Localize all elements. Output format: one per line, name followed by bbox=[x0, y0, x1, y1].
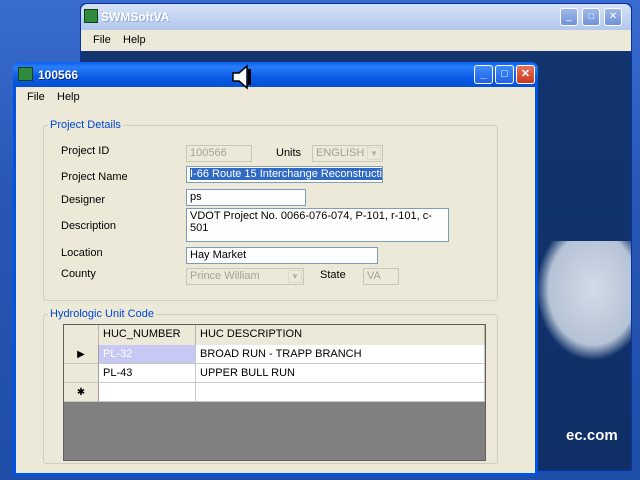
column-header-huc-number[interactable]: HUC_NUMBER bbox=[99, 325, 196, 345]
project-details-label: Project Details bbox=[48, 119, 123, 131]
description-textarea[interactable]: VDOT Project No. 0066-076-074, P-101, r-… bbox=[186, 208, 449, 242]
brand-text: ec.com bbox=[566, 427, 618, 444]
units-label: Units bbox=[276, 147, 302, 159]
dialog-menubar: File Help bbox=[16, 87, 535, 107]
project-name-value: I-66 Route 15 Interchange Reconstruction bbox=[190, 168, 382, 180]
county-value: Prince William bbox=[190, 270, 260, 282]
dialog-title: 100566 bbox=[38, 68, 79, 82]
huc-description-cell[interactable]: UPPER BULL RUN bbox=[196, 364, 485, 383]
grid-corner bbox=[64, 325, 99, 345]
project-dialog: 100566 _ □ ✕ File Help Project Details P… bbox=[13, 62, 538, 476]
menubar: File Help bbox=[81, 30, 631, 51]
window-title: SWMSoftVA bbox=[101, 10, 170, 24]
close-button[interactable]: ✕ bbox=[516, 65, 535, 84]
county-combo[interactable]: Prince William ▼ bbox=[186, 268, 304, 285]
huc-number-cell[interactable] bbox=[99, 383, 196, 402]
chevron-down-icon[interactable]: ▼ bbox=[288, 270, 302, 283]
units-value: ENGLISH bbox=[316, 147, 365, 159]
row-selector[interactable] bbox=[64, 364, 99, 383]
column-header-huc-description[interactable]: HUC DESCRIPTION bbox=[196, 325, 485, 345]
map-graphic bbox=[536, 241, 631, 361]
huc-description-cell[interactable]: BROAD RUN - TRAPP BRANCH bbox=[196, 345, 485, 364]
project-id-field[interactable]: 100566 bbox=[186, 145, 252, 162]
location-label: Location bbox=[61, 247, 103, 259]
location-input[interactable]: Hay Market bbox=[186, 247, 378, 264]
app-icon bbox=[18, 67, 33, 81]
state-label: State bbox=[320, 269, 346, 281]
dialog-titlebar[interactable]: 100566 _ □ ✕ bbox=[13, 62, 538, 87]
huc-description-cell[interactable] bbox=[196, 383, 485, 402]
grid-header: HUC_NUMBER HUC DESCRIPTION bbox=[64, 325, 485, 345]
project-name-input[interactable]: I-66 Route 15 Interchange Reconstruction bbox=[186, 166, 383, 183]
maximize-button[interactable]: □ bbox=[582, 8, 600, 26]
chevron-down-icon[interactable]: ▼ bbox=[367, 147, 381, 160]
huc-number-cell[interactable]: PL-43 bbox=[99, 364, 196, 383]
new-row-selector[interactable]: ✱ bbox=[64, 383, 99, 402]
swmsoftva-titlebar[interactable]: SWMSoftVA _ □ ✕ bbox=[81, 4, 631, 30]
app-icon bbox=[84, 9, 98, 23]
close-button[interactable]: ✕ bbox=[604, 8, 622, 26]
huc-number-cell[interactable]: PL-32 bbox=[99, 345, 196, 364]
speaker-cursor-icon bbox=[232, 64, 251, 90]
county-label: County bbox=[61, 268, 96, 280]
huc-grid[interactable]: HUC_NUMBER HUC DESCRIPTION ▶ PL-32 BROAD… bbox=[63, 324, 486, 461]
row-selector[interactable]: ▶ bbox=[64, 345, 99, 364]
project-id-label: Project ID bbox=[61, 145, 110, 157]
minimize-button[interactable]: _ bbox=[560, 8, 578, 26]
menu-file[interactable]: File bbox=[93, 34, 111, 46]
minimize-button[interactable]: _ bbox=[474, 65, 493, 84]
maximize-button[interactable]: □ bbox=[495, 65, 514, 84]
units-combo[interactable]: ENGLISH ▼ bbox=[312, 145, 383, 162]
menu-file[interactable]: File bbox=[27, 91, 45, 103]
designer-input[interactable]: ps bbox=[186, 189, 306, 206]
designer-label: Designer bbox=[61, 194, 106, 206]
description-label: Description bbox=[61, 220, 117, 232]
state-field[interactable]: VA bbox=[363, 268, 399, 285]
menu-help[interactable]: Help bbox=[57, 91, 80, 103]
project-name-label: Project Name bbox=[61, 171, 128, 183]
menu-help[interactable]: Help bbox=[123, 34, 146, 46]
huc-group-label: Hydrologic Unit Code bbox=[48, 308, 156, 320]
